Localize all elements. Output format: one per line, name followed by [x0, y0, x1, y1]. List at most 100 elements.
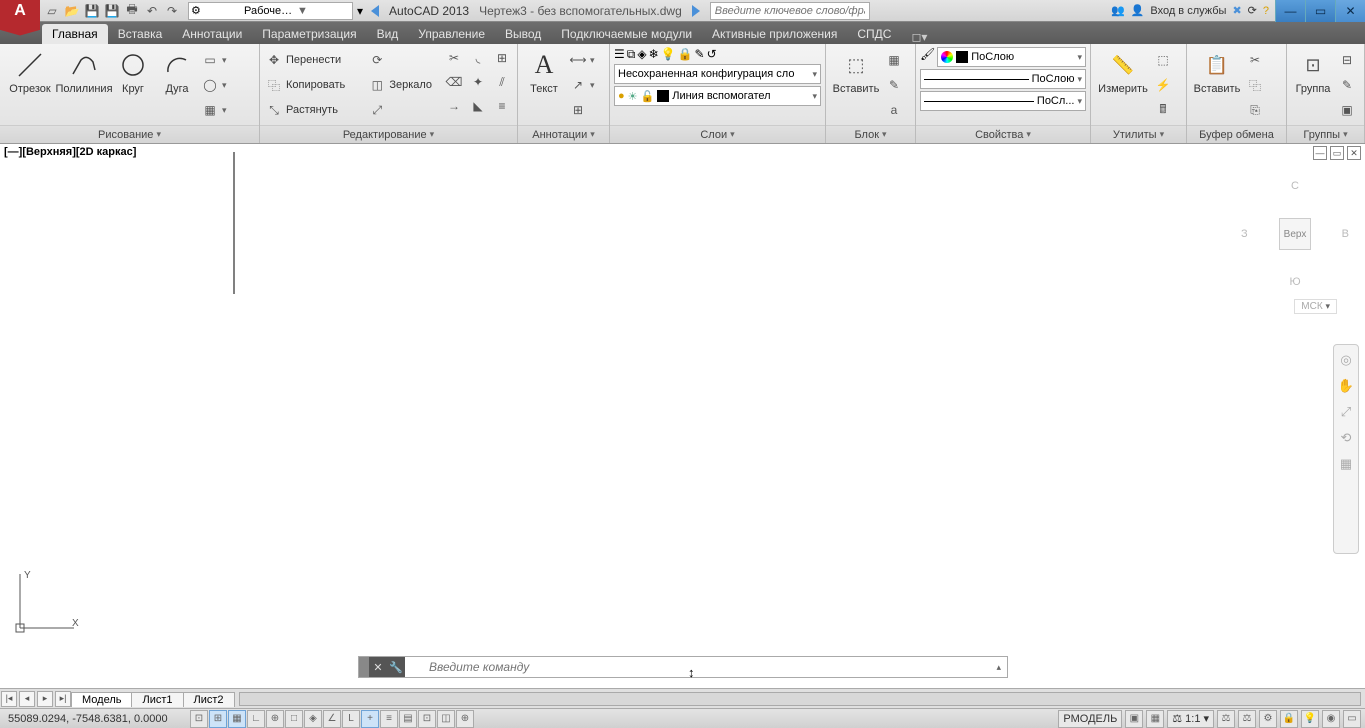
- ortho-button[interactable]: ∟: [247, 710, 265, 728]
- drawing-area[interactable]: [—][Верхняя][2D каркас] — ▭ ✕ С Ю З В Ве…: [0, 144, 1365, 688]
- showmotion-icon[interactable]: ▦: [1337, 455, 1355, 473]
- scale-button[interactable]: ⤢: [367, 99, 441, 121]
- 3dosnap-button[interactable]: ◈: [304, 710, 322, 728]
- viewcube-w[interactable]: З: [1241, 228, 1248, 240]
- line-button[interactable]: Отрезок: [4, 47, 56, 95]
- pan-icon[interactable]: ✋: [1337, 377, 1355, 395]
- move-button[interactable]: ✥Перенести: [264, 49, 365, 71]
- tpy-button[interactable]: ▤: [399, 710, 417, 728]
- login-label[interactable]: Вход в службы: [1150, 5, 1226, 17]
- cmdline-grip[interactable]: [359, 657, 369, 677]
- panel-utilities-title[interactable]: Утилиты▾: [1091, 125, 1186, 143]
- orbit-icon[interactable]: ⟲: [1337, 429, 1355, 447]
- panel-properties-title[interactable]: Свойства▾: [916, 125, 1090, 143]
- sheet-1[interactable]: Лист1: [131, 692, 183, 707]
- polyline-button[interactable]: Полилиния: [58, 47, 110, 95]
- steering-wheel-icon[interactable]: ◎: [1337, 351, 1355, 369]
- saveas-icon[interactable]: 💾: [104, 3, 120, 19]
- search-input[interactable]: [710, 2, 870, 20]
- viewcube-e[interactable]: В: [1342, 228, 1349, 240]
- sheet-2[interactable]: Лист2: [183, 692, 235, 707]
- maximize-button[interactable]: ▭: [1305, 0, 1335, 22]
- array-button[interactable]: ⊞: [491, 47, 513, 69]
- cmdline-close-icon[interactable]: ✕: [369, 657, 387, 677]
- command-input[interactable]: [405, 657, 1007, 677]
- ducs-button[interactable]: L: [342, 710, 360, 728]
- tab-spds[interactable]: СПДС: [847, 24, 901, 44]
- toolbar-lock-icon[interactable]: 🔒: [1280, 710, 1298, 728]
- arc-button[interactable]: Дуга: [156, 47, 198, 95]
- rotate-button[interactable]: ⟳: [367, 49, 441, 71]
- workspace-switch-icon[interactable]: ⚙: [1259, 710, 1277, 728]
- match-prop-icon[interactable]: 🖌: [920, 47, 935, 67]
- ungroup-button[interactable]: ⊟: [1337, 49, 1357, 71]
- lineweight-selector[interactable]: ПоСлою▾: [920, 69, 1086, 89]
- sc-button[interactable]: ◫: [437, 710, 455, 728]
- insert-block-button[interactable]: ⬚ Вставить: [830, 47, 882, 95]
- infer-button[interactable]: ⊡: [190, 710, 208, 728]
- layer-states-icon[interactable]: ⧉: [627, 47, 636, 62]
- text-button[interactable]: A Текст: [522, 47, 566, 95]
- plot-icon[interactable]: 🖶: [124, 3, 140, 19]
- viewcube-top[interactable]: Верх: [1279, 218, 1311, 250]
- measure-button[interactable]: 📏 Измерить: [1095, 47, 1151, 95]
- snap-button[interactable]: ⊞: [209, 710, 227, 728]
- vp-close-icon[interactable]: ✕: [1347, 146, 1361, 160]
- vp-maximize-icon[interactable]: ▭: [1330, 146, 1344, 160]
- vp-minimize-icon[interactable]: —: [1313, 146, 1327, 160]
- tab-insert[interactable]: Вставка: [108, 24, 173, 44]
- tab-plugins[interactable]: Подключаемые модули: [551, 24, 702, 44]
- otrack-button[interactable]: ∠: [323, 710, 341, 728]
- sheet-next-icon[interactable]: ▸: [37, 691, 53, 707]
- zoom-extents-icon[interactable]: ⤢: [1337, 403, 1355, 421]
- select-all-button[interactable]: ⬚: [1153, 49, 1173, 71]
- layer-prop-icon[interactable]: ☰: [614, 47, 625, 62]
- save-icon[interactable]: 💾: [84, 3, 100, 19]
- linetype-selector[interactable]: ПоСл...▾: [920, 91, 1086, 111]
- cloud-icon[interactable]: ⟳: [1248, 4, 1257, 17]
- viewcube[interactable]: С Ю З В Верх: [1245, 184, 1345, 284]
- tab-home[interactable]: Главная: [42, 24, 108, 44]
- sheet-model[interactable]: Модель: [71, 692, 132, 707]
- tab-manage[interactable]: Управление: [408, 24, 495, 44]
- align-button[interactable]: ≡: [491, 95, 513, 117]
- table-button[interactable]: ⊞: [568, 99, 597, 121]
- cmdline-config-icon[interactable]: 🔧: [387, 657, 405, 677]
- isolate-icon[interactable]: ◉: [1322, 710, 1340, 728]
- prev-doc-icon[interactable]: [371, 5, 379, 17]
- viewcube-s[interactable]: Ю: [1289, 276, 1300, 288]
- edit-attr-button[interactable]: a: [884, 99, 904, 121]
- quick-select-button[interactable]: ⚡: [1153, 74, 1173, 96]
- create-block-button[interactable]: ▦: [884, 49, 904, 71]
- tab-output[interactable]: Вывод: [495, 24, 551, 44]
- group-bb-button[interactable]: ▣: [1337, 99, 1357, 121]
- quickview-layouts-icon[interactable]: ▣: [1125, 710, 1143, 728]
- redo-icon[interactable]: ↷: [164, 3, 180, 19]
- rectangle-button[interactable]: ▭▾: [200, 49, 229, 71]
- layer-match-icon[interactable]: ✎: [695, 47, 705, 62]
- leader-button[interactable]: ↗▾: [568, 74, 597, 96]
- dyn-button[interactable]: +: [361, 710, 379, 728]
- close-button[interactable]: ✕: [1335, 0, 1365, 22]
- help-icon[interactable]: ?: [1263, 5, 1269, 17]
- tab-annotate[interactable]: Аннотации: [172, 24, 252, 44]
- infocenter-icon[interactable]: 👥: [1111, 4, 1125, 17]
- dim-linear-button[interactable]: ⟷▾: [568, 49, 597, 71]
- viewcube-n[interactable]: С: [1291, 180, 1299, 192]
- next-doc-icon[interactable]: [692, 5, 700, 17]
- calc-button[interactable]: 🖩: [1153, 99, 1173, 121]
- osnap-button[interactable]: □: [285, 710, 303, 728]
- polar-button[interactable]: ⊕: [266, 710, 284, 728]
- panel-annotation-title[interactable]: Аннотации▾: [518, 125, 609, 143]
- layer-prev-icon[interactable]: ↺: [707, 47, 717, 62]
- layer-off-icon[interactable]: 💡: [661, 47, 676, 62]
- cut-button[interactable]: ✂: [1245, 49, 1265, 71]
- clean-screen-icon[interactable]: ▭: [1343, 710, 1361, 728]
- signin-icon[interactable]: 👤: [1131, 4, 1145, 17]
- current-layer-selector[interactable]: ● ☀ 🔓 Линия вспомогател▾: [614, 86, 821, 106]
- hatch-button[interactable]: ▦▾: [200, 99, 229, 121]
- panel-groups-title[interactable]: Группы▾: [1287, 125, 1364, 143]
- copy-button[interactable]: ⿻Копировать: [264, 74, 365, 96]
- am-button[interactable]: ⊕: [456, 710, 474, 728]
- panel-block-title[interactable]: Блок▾: [826, 125, 915, 143]
